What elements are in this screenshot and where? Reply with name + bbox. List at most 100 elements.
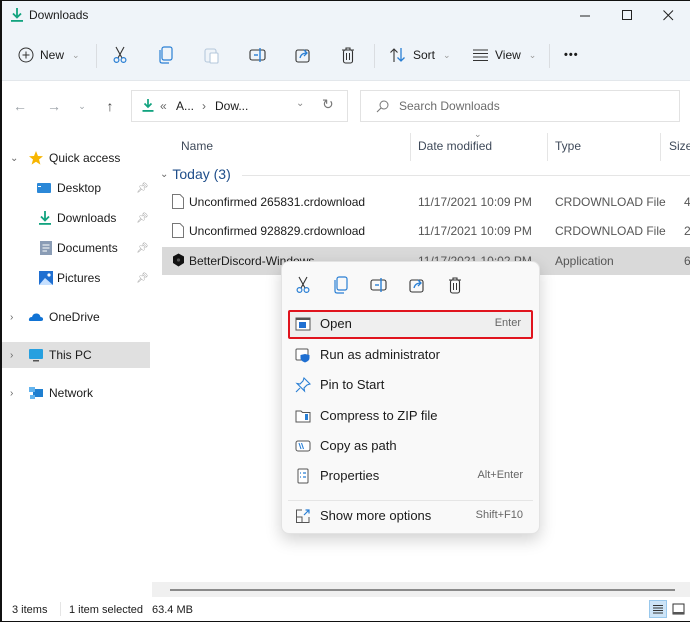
chevron-down-icon: ⌄: [443, 49, 451, 60]
details-view-button[interactable]: [649, 600, 667, 618]
search-input[interactable]: [399, 97, 659, 115]
chevron-right-icon[interactable]: ›: [10, 312, 13, 323]
menu-item-compress-to-zip[interactable]: Compress to ZIP file: [288, 402, 533, 431]
breadcrumb-item[interactable]: A...: [176, 99, 194, 113]
tiles-view-button[interactable]: [669, 600, 687, 618]
chevron-down-icon: ⌄: [160, 168, 169, 180]
pin-icon: 📌︎: [136, 242, 149, 254]
back-button[interactable]: ←: [10, 95, 30, 117]
menu-shortcut: Enter: [494, 317, 521, 329]
minimize-button[interactable]: [562, 1, 608, 29]
address-box[interactable]: « A... › Dow... ⌄ ↻: [131, 90, 348, 122]
paste-button[interactable]: [204, 40, 220, 70]
column-header-name[interactable]: Name: [181, 139, 213, 153]
more-options-button[interactable]: •••: [564, 40, 579, 70]
sidebar-item-quick-access[interactable]: ⌄ Quick access: [2, 145, 150, 171]
share-icon: [295, 49, 310, 63]
chevron-down-icon[interactable]: ⌄: [10, 153, 18, 164]
menu-item-pin-to-start[interactable]: Pin to Start: [288, 371, 533, 400]
column-divider[interactable]: [547, 133, 548, 161]
refresh-icon[interactable]: ↻: [322, 96, 334, 113]
new-label: New: [40, 48, 65, 62]
column-header-date[interactable]: Date modified: [418, 139, 492, 153]
share-icon: [409, 279, 424, 293]
file-row[interactable]: Unconfirmed 265831.crdownload 11/17/2021…: [162, 188, 690, 216]
chevron-down-icon[interactable]: ⌄: [296, 98, 304, 109]
desktop-icon: [37, 183, 51, 193]
breadcrumb-item[interactable]: Dow...: [215, 99, 248, 113]
copy-path-icon: [295, 440, 311, 452]
menu-item-copy-as-path[interactable]: Copy as path: [288, 432, 533, 461]
forward-button[interactable]: →: [44, 95, 64, 117]
column-divider[interactable]: [410, 133, 411, 161]
maximize-button[interactable]: [604, 1, 650, 29]
sidebar-label: Pictures: [57, 271, 101, 285]
menu-item-show-more-options[interactable]: Show more options Shift+F10: [288, 502, 533, 531]
details-view-icon: [653, 605, 663, 614]
plus-circle-icon: [18, 47, 34, 63]
recent-locations-button[interactable]: ⌄: [72, 95, 92, 117]
breadcrumb-overflow[interactable]: «: [160, 99, 167, 113]
up-button[interactable]: ↑: [100, 95, 120, 117]
group-divider: [242, 175, 690, 176]
share-button[interactable]: [295, 40, 311, 70]
menu-label: Run as administrator: [320, 347, 440, 362]
context-rename-button[interactable]: [368, 274, 390, 296]
menu-item-properties[interactable]: Properties Alt+Enter: [288, 462, 533, 491]
column-header-size[interactable]: Size: [669, 139, 690, 153]
arrow-right-icon: →: [47, 98, 61, 114]
sidebar-item-this-pc[interactable]: › This PC: [2, 342, 150, 368]
menu-label: Properties: [320, 468, 380, 483]
chevron-right-icon[interactable]: ›: [10, 350, 13, 361]
search-icon: [376, 100, 389, 113]
rename-icon: [249, 48, 266, 62]
delete-button[interactable]: [341, 40, 355, 70]
chevron-down-icon: ⌄: [72, 49, 80, 60]
sidebar-item-documents[interactable]: Documents 📌︎: [2, 235, 150, 261]
file-row[interactable]: Unconfirmed 928829.crdownload 11/17/2021…: [162, 217, 690, 245]
context-cut-button[interactable]: [292, 274, 314, 296]
context-copy-button[interactable]: [330, 274, 352, 296]
sidebar-label: Quick access: [49, 151, 121, 165]
column-header-type[interactable]: Type: [555, 139, 581, 153]
tiles-view-icon: [672, 603, 684, 615]
sidebar-item-downloads[interactable]: Downloads 📌︎: [2, 205, 150, 231]
arrow-left-icon: ←: [13, 98, 27, 114]
chevron-right-icon[interactable]: ›: [10, 388, 13, 399]
menu-item-open[interactable]: Open Enter: [288, 310, 533, 339]
copy-button[interactable]: [159, 40, 173, 70]
breadcrumb-separator: ›: [202, 99, 206, 113]
file-date: 11/17/2021 10:09 PM: [418, 195, 532, 209]
horizontal-scrollbar[interactable]: [152, 582, 690, 597]
sidebar-item-pictures[interactable]: Pictures 📌︎: [2, 265, 150, 291]
properties-icon: [297, 468, 309, 484]
column-divider[interactable]: [660, 133, 661, 161]
rename-button[interactable]: [249, 40, 267, 70]
file-icon: [172, 223, 184, 238]
navigation-pane: ⌄ Quick access Desktop 📌︎ Downloads 📌︎ D…: [2, 131, 152, 597]
sort-button[interactable]: Sort ⌄: [389, 40, 451, 70]
selection-size: 63.4 MB: [152, 604, 193, 616]
application-icon: [173, 253, 184, 267]
context-delete-button[interactable]: [444, 274, 466, 296]
menu-shortcut: Alt+Enter: [477, 469, 523, 481]
chevron-down-icon: ⌄: [528, 49, 537, 60]
rename-icon: [370, 278, 387, 292]
sidebar-item-desktop[interactable]: Desktop 📌︎: [2, 175, 150, 201]
close-button[interactable]: [645, 1, 690, 29]
view-label: View: [495, 48, 521, 62]
group-header[interactable]: ⌄ Today (3): [160, 166, 231, 182]
cut-button[interactable]: [112, 40, 128, 70]
view-button[interactable]: View ⌄: [472, 40, 536, 70]
new-button[interactable]: New ⌄: [18, 40, 80, 70]
sidebar-item-network[interactable]: › Network: [2, 380, 150, 406]
title-bar: Downloads: [2, 1, 690, 31]
scrollbar-thumb[interactable]: [170, 589, 675, 591]
menu-label: Compress to ZIP file: [320, 408, 438, 423]
context-share-button[interactable]: [406, 274, 428, 296]
sidebar-item-onedrive[interactable]: › OneDrive: [2, 304, 150, 330]
computer-icon: [29, 349, 43, 362]
pin-icon: 📌︎: [136, 182, 149, 194]
delete-icon: [342, 46, 354, 64]
menu-item-run-as-administrator[interactable]: Run as administrator: [288, 341, 533, 370]
